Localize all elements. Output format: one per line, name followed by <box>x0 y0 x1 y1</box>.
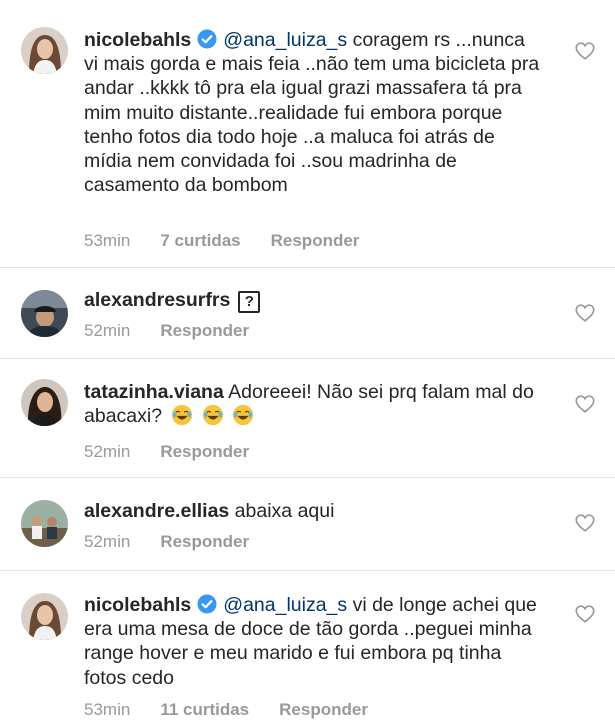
comment-username[interactable]: tatazinha.viana <box>84 381 224 403</box>
comment-username[interactable]: nicolebahls <box>84 594 191 616</box>
comment-meta: 52min Responder <box>84 532 279 552</box>
likes-count[interactable]: 7 curtidas <box>160 231 240 250</box>
like-heart-icon[interactable] <box>574 40 596 62</box>
comment-meta: 52min Responder <box>84 442 279 462</box>
comment-mention[interactable]: @ana_luiza_s <box>223 29 347 51</box>
reply-button[interactable]: Responder <box>271 231 360 250</box>
laughing-tears-emoji-icon <box>172 405 193 426</box>
like-heart-icon[interactable] <box>574 603 596 625</box>
comment-item: tatazinha.viana Adoreeei! Não sei prq fa… <box>0 359 615 477</box>
emoji-group <box>166 405 257 427</box>
comment-time: 52min <box>84 321 131 340</box>
reply-button[interactable]: Responder <box>160 321 249 340</box>
comment-mention[interactable]: @ana_luiza_s <box>223 594 347 616</box>
comment-item: alexandre.ellias abaixa aqui 52min Respon… <box>0 478 615 570</box>
like-heart-icon[interactable] <box>574 302 596 324</box>
likes-count[interactable]: 11 curtidas <box>160 700 249 719</box>
comment-time: 52min <box>84 442 131 461</box>
like-heart-icon[interactable] <box>574 512 596 534</box>
comment-time: 53min <box>84 231 131 250</box>
comment-username[interactable]: alexandresurfrs <box>84 289 230 311</box>
comment-body: nicolebahls @ana_luiza_s coragem rs ...nu… <box>84 28 544 197</box>
comment-username[interactable]: nicolebahls <box>84 29 191 51</box>
comment-username[interactable]: alexandre.ellias <box>84 500 229 522</box>
comment-item: nicolebahls @ana_luiza_s vi de longe ache… <box>0 571 615 725</box>
avatar[interactable] <box>21 593 68 640</box>
comment-time: 53min <box>84 700 131 719</box>
comment-text: abaixa aqui <box>229 500 335 522</box>
comment-meta: 53min 11 curtidas Responder <box>84 700 398 720</box>
comment-body: tatazinha.viana Adoreeei! Não sei prq fa… <box>84 380 544 428</box>
like-heart-icon[interactable] <box>574 393 596 415</box>
avatar[interactable] <box>21 500 68 547</box>
comment-body: nicolebahls @ana_luiza_s vi de longe ache… <box>84 593 544 690</box>
reply-button[interactable]: Responder <box>160 442 249 461</box>
verified-badge-icon <box>197 594 217 614</box>
comment-body: alexandre.ellias abaixa aqui <box>84 499 544 523</box>
comment-meta: 52min Responder <box>84 321 279 341</box>
comment-item: nicolebahls @ana_luiza_s coragem rs ...nu… <box>0 0 615 267</box>
laughing-tears-emoji-icon <box>233 405 254 426</box>
avatar[interactable] <box>21 379 68 426</box>
comment-meta: 53min 7 curtidas Responder <box>84 231 389 251</box>
reply-button[interactable]: Responder <box>160 532 249 551</box>
avatar[interactable] <box>21 290 68 337</box>
comment-item: alexandresurfrs? 52min Responder <box>0 268 615 358</box>
avatar[interactable] <box>21 27 68 74</box>
comment-text: coragem rs ...nunca vi mais gorda e mais… <box>84 29 540 197</box>
comment-body: alexandresurfrs? <box>84 288 544 313</box>
verified-badge-icon <box>197 29 217 49</box>
comment-time: 52min <box>84 532 131 551</box>
comment-list: nicolebahls @ana_luiza_s coragem rs ...nu… <box>0 0 615 725</box>
unknown-glyph-icon: ? <box>238 291 261 313</box>
reply-button[interactable]: Responder <box>279 700 368 719</box>
laughing-tears-emoji-icon <box>202 405 223 426</box>
